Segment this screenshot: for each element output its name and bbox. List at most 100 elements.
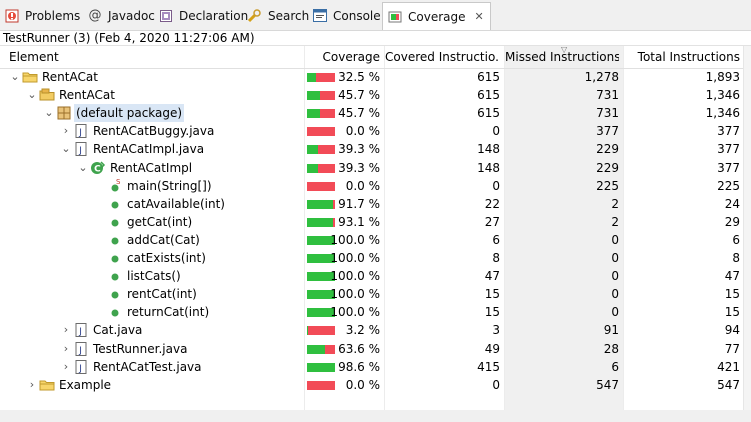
close-icon[interactable]: ✕ [475, 10, 484, 23]
vertical-scrollbar[interactable] [743, 46, 751, 410]
covered-value: 47 [484, 269, 500, 284]
table-row[interactable]: catExists(int) 100.0 % 8 0 8 [0, 249, 743, 267]
method-icon [107, 268, 123, 284]
tab-console[interactable]: Console [312, 3, 381, 28]
column-header-element[interactable]: Element [9, 46, 299, 68]
tab-declaration[interactable]: Declaration [158, 3, 248, 28]
element-name: TestRunner.java [93, 341, 188, 356]
method-icon [107, 304, 123, 320]
table-row[interactable]: ⌄ RentACat 32.5 % 615 1,278 1,893 [0, 68, 743, 86]
svg-text:J: J [78, 128, 82, 138]
java-file-icon: J [73, 322, 89, 338]
coverage-value: 32.5 % [338, 70, 380, 84]
table-row[interactable]: catAvailable(int) 91.7 % 22 2 24 [0, 195, 743, 213]
missed-value: 0 [611, 269, 619, 284]
covered-value: 415 [477, 359, 500, 374]
coverage-value: 100.0 % [330, 251, 380, 265]
svg-text:J: J [78, 146, 82, 156]
chevron-right-icon[interactable]: › [60, 321, 72, 339]
chevron-down-icon[interactable]: ⌄ [77, 159, 89, 177]
tab-javadoc[interactable]: @ Javadoc [87, 3, 155, 28]
package-icon [56, 105, 72, 121]
tab-problems[interactable]: Problems [4, 3, 80, 28]
chevron-right-icon[interactable]: › [26, 376, 38, 394]
coverage-value: 91.7 % [338, 196, 380, 211]
coverage-tree-table[interactable]: Element Coverage Covered Instructio... M… [0, 46, 743, 410]
tab-search[interactable]: Search [247, 3, 309, 28]
java-file-icon: J [73, 341, 89, 357]
missed-value: 1,278 [584, 70, 619, 84]
element-name: rentCat(int) [127, 287, 197, 302]
missed-value: 28 [603, 341, 619, 356]
coverage-value: 0.0 % [345, 124, 380, 139]
search-icon [247, 8, 263, 24]
table-row[interactable]: › Example 0.0 % 0 547 547 [0, 376, 743, 394]
column-header-covered[interactable]: Covered Instructio... [385, 46, 500, 68]
coverage-value: 3.2 % [345, 323, 380, 338]
element-name: main(String[]) [127, 178, 212, 193]
tab-label: Console [333, 8, 381, 23]
table-row[interactable]: ⌄ J RentACatImpl.java 39.3 % 148 229 377 [0, 140, 743, 158]
chevron-down-icon[interactable]: ⌄ [9, 68, 21, 86]
covered-value: 49 [484, 341, 500, 356]
sort-descending-icon: ▽ [561, 46, 568, 54]
column-header-coverage[interactable]: Coverage [305, 46, 381, 68]
chevron-down-icon[interactable]: ⌄ [43, 104, 55, 122]
element-name: Example [59, 377, 112, 392]
coverage-value: 45.7 % [338, 106, 380, 121]
element-name: RentACatTest.java [93, 359, 202, 374]
table-row[interactable]: Smain(String[]) 0.0 % 0 225 225 [0, 177, 743, 195]
covered-value: 6 [492, 232, 500, 247]
missed-value: 6 [611, 359, 619, 374]
missed-value: 731 [596, 88, 619, 103]
element-name: RentACatImpl.java [93, 142, 205, 157]
tab-coverage[interactable]: Coverage ✕ [382, 2, 491, 30]
chevron-right-icon[interactable]: › [60, 122, 72, 140]
java-file-icon: J [73, 359, 89, 375]
covered-value: 148 [477, 142, 500, 157]
total-value: 6 [732, 232, 740, 247]
coverage-value: 39.3 % [338, 142, 380, 157]
table-row[interactable]: listCats() 100.0 % 47 0 47 [0, 267, 743, 285]
missed-value: 731 [596, 106, 619, 121]
static-method-icon: S [107, 178, 123, 194]
element-name: RentACat [42, 70, 98, 84]
coverage-value: 98.6 % [338, 359, 380, 374]
chevron-down-icon[interactable]: ⌄ [60, 140, 72, 158]
table-row[interactable]: › J RentACatTest.java 98.6 % 415 6 421 [0, 358, 743, 376]
table-row[interactable]: › J Cat.java 3.2 % 3 91 94 [0, 321, 743, 339]
table-row[interactable]: getCat(int) 93.1 % 27 2 29 [0, 213, 743, 231]
missed-value: 225 [596, 178, 619, 193]
table-row[interactable]: rentCat(int) 100.0 % 15 0 15 [0, 285, 743, 303]
source-folder-icon [39, 87, 55, 103]
project-icon [39, 377, 55, 393]
element-name: addCat(Cat) [127, 232, 200, 247]
table-row[interactable]: returnCat(int) 100.0 % 15 0 15 [0, 303, 743, 321]
chevron-right-icon[interactable]: › [60, 358, 72, 376]
coverage-value: 100.0 % [330, 305, 380, 320]
covered-value: 615 [477, 106, 500, 121]
table-row[interactable]: ⌄ C RentACatImpl 39.3 % 148 229 377 [0, 159, 743, 177]
total-value: 547 [717, 377, 740, 392]
view-bottom-border [0, 410, 751, 422]
column-header-total[interactable]: Total Instructions [624, 46, 740, 68]
table-row[interactable]: addCat(Cat) 100.0 % 6 0 6 [0, 231, 743, 249]
table-row[interactable]: ⌄ (default package) 45.7 % 615 731 1,346 [0, 104, 743, 123]
coverage-value: 0.0 % [345, 377, 380, 392]
table-row[interactable]: ⌄ RentACat 45.7 % 615 731 1,346 [0, 86, 743, 104]
total-value: 225 [717, 178, 740, 193]
missed-value: 547 [596, 377, 619, 392]
chevron-down-icon[interactable]: ⌄ [26, 86, 38, 104]
svg-text:C: C [94, 164, 101, 174]
tab-label: Declaration [179, 8, 249, 23]
method-icon [107, 214, 123, 230]
covered-value: 615 [477, 70, 500, 84]
coverage-value: 0.0 % [345, 178, 380, 193]
missed-value: 2 [611, 196, 619, 211]
table-row[interactable]: › J TestRunner.java 63.6 % 49 28 77 [0, 340, 743, 358]
project-icon [22, 69, 38, 85]
total-value: 421 [717, 359, 740, 374]
chevron-right-icon[interactable]: › [60, 340, 72, 358]
table-row[interactable]: › J RentACatBuggy.java 0.0 % 0 377 377 [0, 122, 743, 140]
total-value: 24 [724, 196, 740, 211]
